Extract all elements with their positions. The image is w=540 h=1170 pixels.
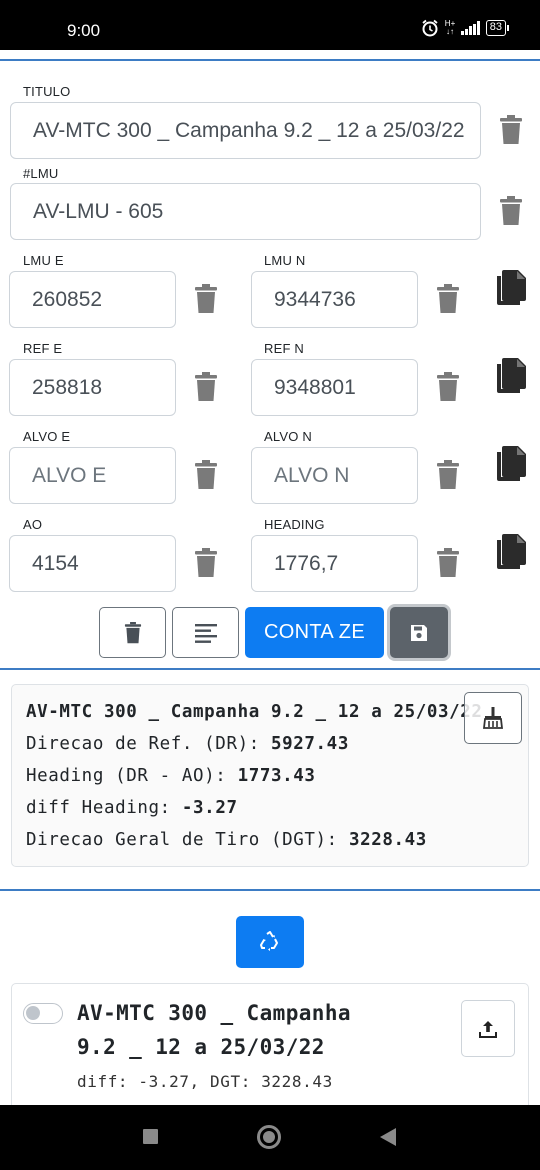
saved-item-title-line2: 9.2 _ 12 a 25/03/22 [77, 1035, 325, 1059]
recycle-button[interactable] [236, 916, 304, 968]
clear-alvo-n-trash-icon[interactable] [436, 460, 460, 490]
broom-icon [483, 707, 503, 729]
lmu-n-label: LMU N [264, 253, 306, 268]
android-nav-bar [0, 1105, 540, 1170]
result-dgt-line: Direcao Geral de Tiro (DGT): 3228.43 [26, 830, 427, 850]
clear-titulo-trash-icon[interactable] [499, 115, 523, 145]
ref-e-input[interactable]: 258818 [9, 359, 176, 416]
clear-result-button[interactable] [464, 692, 522, 744]
alvo-n-label: ALVO N [264, 429, 312, 444]
result-dr-label: Direcao de Ref. (DR): [26, 734, 271, 754]
copy-heading-icon[interactable] [496, 534, 526, 570]
ao-input[interactable]: 4154 [9, 535, 176, 592]
result-heading-line: Heading (DR - AO): 1773.43 [26, 766, 316, 786]
conta-ze-label: CONTA ZE [264, 621, 365, 643]
clear-all-button[interactable] [99, 607, 166, 658]
network-type-icon: H+ ↓↑ [444, 19, 456, 36]
clear-lmu-e-trash-icon[interactable] [194, 284, 218, 314]
result-dgt-label: Direcao Geral de Tiro (DGT): [26, 830, 349, 850]
save-button[interactable] [390, 607, 448, 658]
alarm-icon [422, 19, 438, 37]
heading-label: HEADING [264, 517, 325, 532]
status-time: 9:00 [67, 21, 101, 40]
battery-icon: 83 [485, 20, 510, 36]
lmu-value: AV-LMU - 605 [33, 199, 164, 223]
lmu-label: #LMU [23, 166, 59, 181]
result-title: AV-MTC 300 _ Campanha 9.2 _ 12 a 25/03/2… [26, 702, 483, 722]
alvo-n-input[interactable]: ALVO N [251, 447, 418, 504]
lmu-n-value: 9344736 [274, 287, 356, 311]
titulo-value: AV-MTC 300 _ Campanha 9.2 _ 12 a 25/03/2… [33, 118, 465, 142]
upload-icon [479, 1020, 497, 1038]
heading-value: 1776,7 [274, 551, 339, 575]
conta-ze-button[interactable]: CONTA ZE [245, 607, 384, 658]
battery-level: 83 [489, 21, 502, 33]
titulo-label: TITULO [23, 84, 71, 99]
alvo-e-placeholder: ALVO E [32, 463, 107, 487]
home-nav-icon[interactable] [257, 1125, 281, 1149]
copy-lmu-icon[interactable] [496, 270, 526, 306]
align-text-button[interactable] [172, 607, 239, 658]
saved-item-summary: diff: -3.27, DGT: 3228.43 [77, 1072, 333, 1091]
signal-icon [461, 21, 480, 35]
result-diff-line: diff Heading: -3.27 [26, 798, 238, 818]
status-bar: 9:00 H+ ↓↑ 83 [0, 0, 540, 50]
ref-n-value: 9348801 [274, 375, 356, 399]
clear-heading-trash-icon[interactable] [436, 548, 460, 578]
trash-icon [124, 621, 141, 643]
load-saved-item-button[interactable] [461, 1000, 515, 1057]
clear-lmu-n-trash-icon[interactable] [436, 284, 460, 314]
lower-divider [0, 889, 540, 891]
result-diff-label: diff Heading: [26, 798, 182, 818]
lmu-n-input[interactable]: 9344736 [251, 271, 418, 328]
titulo-input[interactable]: AV-MTC 300 _ Campanha 9.2 _ 12 a 25/03/2… [10, 102, 481, 159]
clear-ao-trash-icon[interactable] [194, 548, 218, 578]
floppy-disk-icon [411, 624, 427, 641]
result-dr-value: 5927.43 [271, 734, 349, 754]
ao-label: AO [23, 517, 43, 532]
result-heading-value: 1773.43 [237, 766, 316, 786]
clear-ref-e-trash-icon[interactable] [194, 372, 218, 402]
heading-input[interactable]: 1776,7 [251, 535, 418, 592]
lmu-e-label: LMU E [23, 253, 64, 268]
alvo-e-input[interactable]: ALVO E [9, 447, 176, 504]
ref-e-value: 258818 [32, 375, 103, 399]
alvo-e-label: ALVO E [23, 429, 71, 444]
saved-item-toggle[interactable] [23, 1003, 63, 1024]
result-heading-label: Heading (DR - AO): [26, 766, 238, 786]
saved-item-title-line1: AV-MTC 300 _ Campanha [77, 1001, 351, 1025]
alvo-n-placeholder: ALVO N [274, 463, 350, 487]
ref-n-label: REF N [264, 341, 304, 356]
ao-value: 4154 [32, 551, 79, 575]
recycle-icon [260, 931, 278, 951]
clear-lmu-trash-icon[interactable] [499, 196, 523, 226]
ref-n-input[interactable]: 9348801 [251, 359, 418, 416]
back-nav-icon[interactable] [380, 1128, 396, 1146]
middle-divider [0, 668, 540, 670]
align-left-icon [194, 623, 217, 643]
result-dr-line: Direcao de Ref. (DR): 5927.43 [26, 734, 349, 754]
clear-ref-n-trash-icon[interactable] [436, 372, 460, 402]
copy-ref-icon[interactable] [496, 358, 526, 394]
toggle-knob [26, 1006, 40, 1020]
result-title-text: AV-MTC 300 _ Campanha 9.2 _ 12 a 25/03/2… [26, 702, 483, 722]
top-divider [0, 59, 540, 61]
result-dgt-value: 3228.43 [348, 830, 427, 850]
lmu-e-value: 260852 [32, 287, 103, 311]
result-diff-value: -3.27 [181, 798, 238, 818]
recents-nav-icon[interactable] [143, 1129, 158, 1144]
clear-alvo-e-trash-icon[interactable] [194, 460, 218, 490]
lmu-input[interactable]: AV-LMU - 605 [10, 183, 481, 240]
copy-alvo-icon[interactable] [496, 446, 526, 482]
ref-e-label: REF E [23, 341, 63, 356]
lmu-e-input[interactable]: 260852 [9, 271, 176, 328]
